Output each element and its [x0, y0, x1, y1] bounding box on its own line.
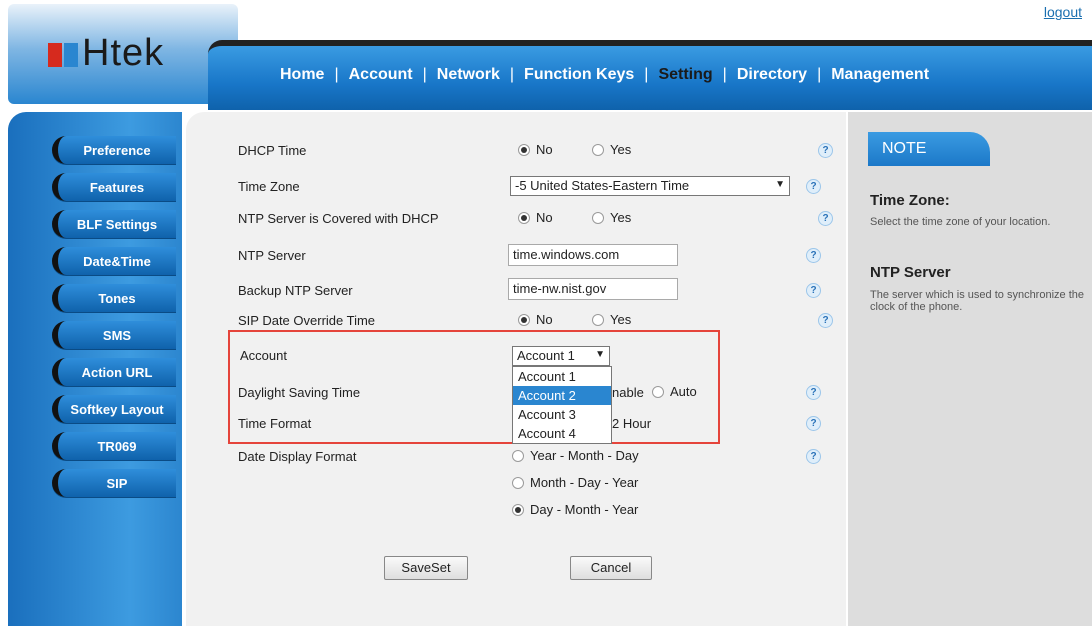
main-nav: Home | Account | Network | Function Keys | S…: [270, 60, 939, 90]
nav-account[interactable]: Account: [339, 66, 423, 84]
time-zone-value: -5 United States-Eastern Time: [515, 178, 690, 193]
note-text-ntp-server: The server which is used to synchronize …: [870, 289, 1084, 313]
note-heading-ntp-server: NTP Server: [870, 264, 951, 281]
sidebar-item-blf-settings[interactable]: BLF Settings: [52, 210, 176, 238]
chevron-down-icon: ▼: [595, 349, 605, 360]
time-format-label: Time Format: [238, 416, 312, 431]
account-value: Account 1: [517, 348, 575, 363]
sidebar-item-sms[interactable]: SMS: [52, 321, 176, 349]
ntp-server-label: NTP Server: [238, 248, 306, 263]
radio-dot: [518, 313, 530, 326]
account-dropdown-list: Account 1 Account 2 Account 3 Account 4: [512, 366, 612, 444]
help-icon[interactable]: ?: [818, 211, 833, 226]
radio-label: Yes: [610, 210, 632, 225]
ntp-dhcp-label: NTP Server is Covered with DHCP: [238, 211, 439, 226]
sip-override-no-radio[interactable]: No: [518, 312, 553, 327]
sidebar-item-preference[interactable]: Preference: [52, 136, 176, 164]
sip-override-label: SIP Date Override Time: [238, 313, 376, 328]
note-heading-time-zone: Time Zone:: [870, 192, 950, 209]
ntp-server-input[interactable]: time.windows.com: [508, 244, 678, 266]
sidebar: Preference Features BLF Settings Date&Ti…: [8, 112, 182, 626]
radio-label: Yes: [610, 142, 632, 157]
radio-label: Auto: [670, 384, 697, 399]
nav-directory[interactable]: Directory: [727, 66, 817, 84]
account-label: Account: [240, 348, 287, 363]
sidebar-item-date-time[interactable]: Date&Time: [52, 247, 176, 275]
dst-enable-label: nable: [612, 385, 644, 400]
radio-label: No: [536, 210, 553, 225]
note-text-time-zone: Select the time zone of your location.: [870, 216, 1051, 228]
dhcp-time-label: DHCP Time: [238, 143, 307, 158]
radio-label: Day - Month - Year: [530, 502, 639, 517]
radio-dot: [512, 476, 524, 489]
backup-ntp-label: Backup NTP Server: [238, 283, 353, 298]
date-format-label: Date Display Format: [238, 449, 357, 464]
htek-logo: Htek: [48, 32, 164, 75]
sidebar-item-sip[interactable]: SIP: [52, 469, 176, 497]
radio-dot: [512, 503, 524, 516]
help-icon[interactable]: ?: [818, 143, 833, 158]
cancel-button[interactable]: Cancel: [570, 556, 652, 580]
help-icon[interactable]: ?: [806, 449, 821, 464]
chevron-down-icon: ▼: [775, 179, 785, 190]
ntp-dhcp-yes-radio[interactable]: Yes: [592, 210, 631, 225]
radio-dot: [592, 143, 604, 156]
radio-label: No: [536, 142, 553, 157]
nav-setting[interactable]: Setting: [648, 66, 722, 84]
logo-blue-square: [64, 43, 78, 67]
radio-dot: [512, 449, 524, 462]
sidebar-item-action-url[interactable]: Action URL: [52, 358, 176, 386]
nav-management[interactable]: Management: [821, 66, 939, 84]
nav-home[interactable]: Home: [270, 66, 334, 84]
radio-label: No: [536, 312, 553, 327]
note-tab: NOTE: [868, 132, 990, 166]
dhcp-time-no-radio[interactable]: No: [518, 142, 553, 157]
dhcp-time-yes-radio[interactable]: Yes: [592, 142, 631, 157]
radio-label: Month - Day - Year: [530, 475, 639, 490]
sip-override-yes-radio[interactable]: Yes: [592, 312, 631, 327]
date-format-ymd-radio[interactable]: Year - Month - Day: [512, 448, 639, 463]
account-option-4[interactable]: Account 4: [513, 424, 611, 443]
ntp-dhcp-no-radio[interactable]: No: [518, 210, 553, 225]
radio-label: Yes: [610, 312, 632, 327]
help-icon[interactable]: ?: [806, 416, 821, 431]
help-icon[interactable]: ?: [806, 179, 821, 194]
radio-dot: [652, 385, 664, 398]
account-option-1[interactable]: Account 1: [513, 367, 611, 386]
date-format-dmy-radio[interactable]: Day - Month - Year: [512, 502, 638, 517]
backup-ntp-input[interactable]: time-nw.nist.gov: [508, 278, 678, 300]
saveset-button[interactable]: SaveSet: [384, 556, 468, 580]
account-option-2[interactable]: Account 2: [513, 386, 611, 405]
nav-network[interactable]: Network: [427, 66, 510, 84]
note-panel: NOTE Time Zone: Select the time zone of …: [848, 112, 1092, 626]
help-icon[interactable]: ?: [806, 385, 821, 400]
sidebar-item-features[interactable]: Features: [52, 173, 176, 201]
time-zone-select[interactable]: -5 United States-Eastern Time ▼: [510, 176, 790, 196]
help-icon[interactable]: ?: [806, 248, 821, 263]
nav-function-keys[interactable]: Function Keys: [514, 66, 644, 84]
time-format-option: 2 Hour: [612, 416, 652, 431]
sidebar-item-tones[interactable]: Tones: [52, 284, 176, 312]
logo-red-square: [48, 43, 62, 67]
account-select[interactable]: Account 1 ▼: [512, 346, 610, 366]
help-icon[interactable]: ?: [818, 313, 833, 328]
dst-auto-radio[interactable]: Auto: [652, 384, 697, 399]
sidebar-item-tr069[interactable]: TR069: [52, 432, 176, 460]
dst-label: Daylight Saving Time: [238, 385, 361, 400]
radio-dot: [592, 211, 604, 224]
sidebar-item-softkey-layout[interactable]: Softkey Layout: [52, 395, 176, 423]
time-zone-label: Time Zone: [238, 179, 300, 194]
radio-label: Year - Month - Day: [530, 448, 639, 463]
date-format-mdy-radio[interactable]: Month - Day - Year: [512, 475, 638, 490]
help-icon[interactable]: ?: [806, 283, 821, 298]
radio-dot: [592, 313, 604, 326]
account-option-3[interactable]: Account 3: [513, 405, 611, 424]
radio-dot: [518, 211, 530, 224]
radio-dot: [518, 143, 530, 156]
logo-text: Htek: [82, 32, 165, 74]
